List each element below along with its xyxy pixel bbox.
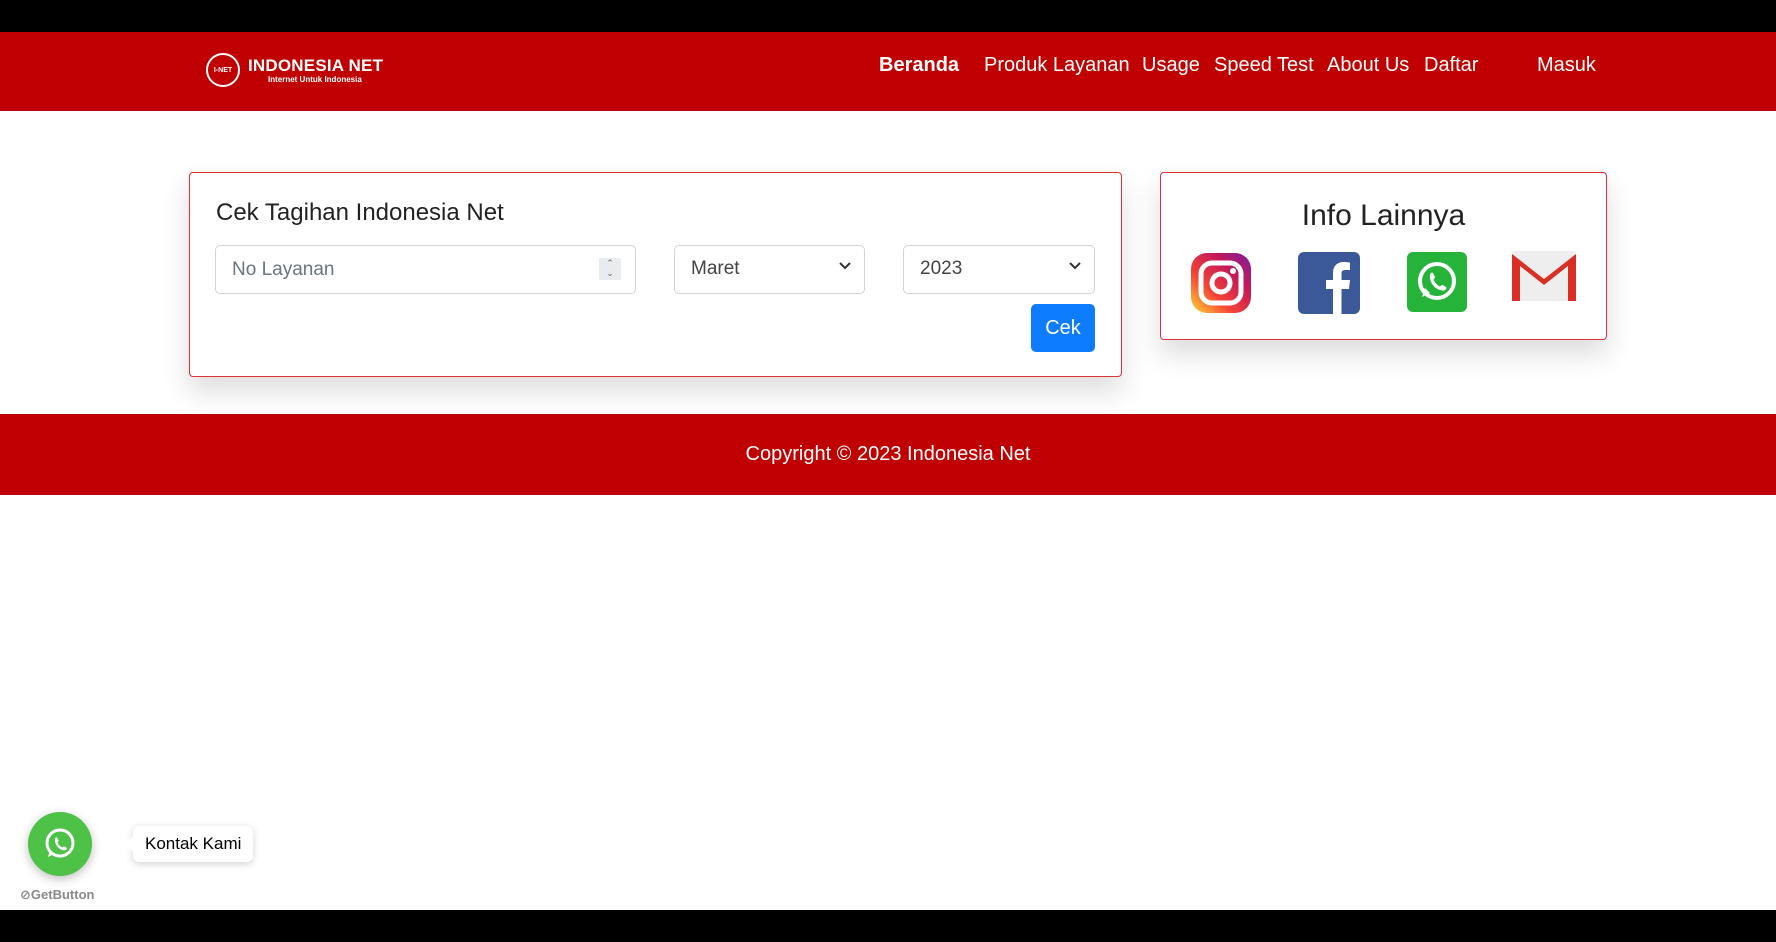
info-card: Info Lainnya <box>1160 172 1607 340</box>
whatsapp-icon <box>45 828 75 858</box>
nav-link-beranda[interactable]: Beranda <box>879 54 959 77</box>
footer-copyright: Copyright © 2023 Indonesia Net <box>745 443 1031 465</box>
nav-link-daftar[interactable]: Daftar <box>1424 54 1478 77</box>
brand-logo-icon: I-NET <box>206 53 240 87</box>
top-navbar: I-NET INDONESIA NET Internet Untuk Indon… <box>0 32 1776 111</box>
month-select[interactable]: Maret <box>674 245 865 294</box>
instagram-icon[interactable] <box>1189 251 1253 315</box>
getbutton-branding-text: GetButton <box>30 887 95 902</box>
nav-link-usage[interactable]: Usage <box>1142 54 1200 77</box>
facebook-icon[interactable] <box>1297 251 1361 315</box>
getbutton-branding[interactable]: ⊘GetButton <box>20 887 94 903</box>
nav-link-speed-test[interactable]: Speed Test <box>1214 54 1314 77</box>
check-bill-button[interactable]: Cek <box>1031 304 1095 352</box>
nav-link-produk-layanan[interactable]: Produk Layanan <box>984 54 1130 77</box>
gmail-icon[interactable] <box>1511 249 1577 303</box>
chevron-down-icon <box>839 262 851 270</box>
nav-link-about-us[interactable]: About Us <box>1327 54 1409 77</box>
brand-logo-link[interactable]: I-NET INDONESIA NET Internet Untuk Indon… <box>206 50 383 90</box>
nav-link-masuk[interactable]: Masuk <box>1537 54 1596 77</box>
number-spinner-icon[interactable]: ⌃ ⌄ <box>599 258 621 280</box>
chevron-down-icon <box>1069 262 1081 270</box>
brand-text: INDONESIA NET Internet Untuk Indonesia <box>248 55 384 84</box>
bill-check-card: Cek Tagihan Indonesia Net ⌃⌄ Maret 2023 … <box>189 172 1122 377</box>
year-select-value: 2023 <box>920 258 963 279</box>
month-select-value: Maret <box>691 258 740 279</box>
brand-name: INDONESIA NET <box>248 55 384 75</box>
year-select[interactable]: 2023 <box>903 245 1095 294</box>
service-number-input[interactable] <box>216 246 635 293</box>
browser-viewport: I-NET INDONESIA NET Internet Untuk Indon… <box>0 32 1776 910</box>
service-number-field[interactable]: ⌃⌄ <box>215 245 636 294</box>
whatsapp-icon[interactable] <box>1406 251 1468 313</box>
bill-card-title: Cek Tagihan Indonesia Net <box>216 199 504 226</box>
info-card-title: Info Lainnya <box>1301 199 1466 232</box>
brand-tagline: Internet Untuk Indonesia <box>268 74 362 84</box>
contact-us-tooltip[interactable]: Kontak Kami <box>124 826 254 862</box>
page-footer: Copyright © 2023 Indonesia Net <box>0 414 1776 495</box>
whatsapp-chat-button[interactable] <box>28 812 92 876</box>
